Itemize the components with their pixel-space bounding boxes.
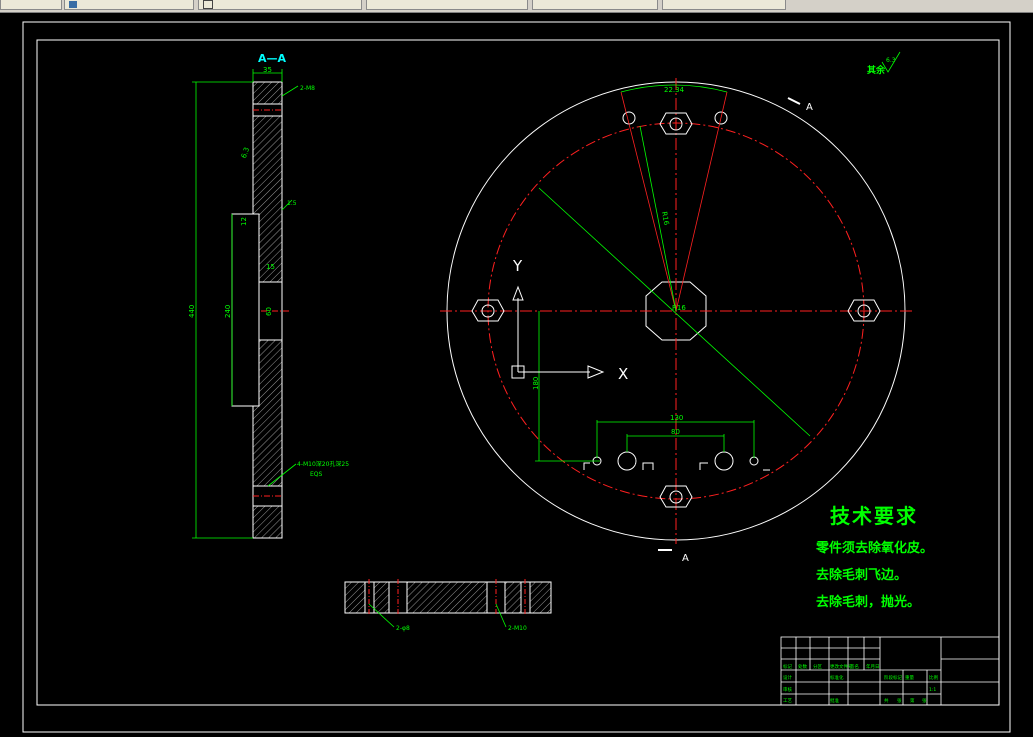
tb-cell: 比例 [929, 674, 938, 681]
section-view: A—A 440 240 12 60 15 35 2-M8 1.5 4-M10深2… [188, 52, 349, 539]
dim-recess-height: 240 [224, 305, 232, 318]
technical-requirements: 技术要求 零件须去除氧化皮。 去除毛刺飞边。 去除毛刺，抛光。 [816, 500, 1026, 610]
tb-cell: 张 [897, 697, 902, 704]
section-label: A—A [258, 52, 287, 65]
dim-offset: 180 [532, 377, 540, 390]
roughness-note-value: 6.3 [886, 57, 896, 64]
tb-cell: 设计 [783, 674, 792, 681]
dim-recess-depth: 12 [240, 217, 248, 226]
hole-bottom-right [714, 451, 734, 471]
title-block-text: 标记 处数 分区 更改文件号 签名 年月日 设计 标准化 阶段标记 重量 比例 … [783, 663, 938, 704]
tech-req-item: 去除毛刺飞边。 [816, 568, 908, 583]
title-block [780, 636, 1000, 706]
dim-chamfer: 1.5 [287, 200, 297, 207]
tb-cell: 阶段标记 [884, 674, 902, 681]
drawing-tab-4[interactable] [366, 0, 528, 10]
tb-cell: 张 [922, 697, 927, 704]
dim-radius: R16 [660, 211, 670, 226]
tb-cell: 审核 [783, 686, 792, 693]
dim-span-outer: 130 [670, 414, 683, 422]
drawing-tab-5[interactable] [532, 0, 658, 10]
tb-cell: 重量 [905, 674, 914, 681]
roughness-note: 其余 6.3 [867, 51, 901, 76]
roughness-side: 6.3 [240, 146, 251, 159]
dim-bore: 60 [265, 307, 273, 316]
diameter-dim-line [538, 187, 811, 437]
section-marker-bottom: A [682, 553, 689, 564]
tb-cell: 签名 [850, 663, 859, 670]
dim-width: 35 [263, 66, 272, 74]
dim-center: R16 [672, 304, 686, 312]
tb-cell: 处数 [798, 663, 807, 670]
callout-strip-right: 2-M10 [508, 625, 527, 632]
callout-thread-top: 2-M8 [300, 85, 315, 92]
strip-section [344, 581, 552, 614]
tb-cell: 标记 [783, 663, 792, 670]
roughness-note-label: 其余 [867, 64, 886, 76]
tb-cell: 共 [884, 697, 889, 704]
hole-bottom-left [617, 451, 637, 471]
callout-strip-left: 2-φ8 [396, 625, 410, 632]
dim-span-inner: 80 [671, 428, 680, 436]
tech-req-title: 技术要求 [830, 504, 918, 528]
window-tab-bar [0, 0, 1033, 13]
tb-cell: 标准化 [830, 674, 844, 681]
axis-y-label: Y [512, 257, 523, 275]
tb-cell: 1:1 [929, 687, 936, 693]
tb-cell: 批准 [830, 697, 839, 704]
tb-cell: 年月日 [866, 663, 880, 670]
tb-cell: 第 [910, 697, 915, 704]
dim-step: 15 [266, 263, 275, 271]
partial-section-view: 2-φ8 2-M10 [344, 579, 552, 632]
section-marker-top: A [806, 102, 813, 113]
document-icon [203, 0, 213, 9]
tech-req-item: 零件须去除氧化皮。 [816, 541, 934, 556]
callout-thread-side2: EQS [310, 471, 323, 478]
tech-req-item: 去除毛刺，抛光。 [816, 595, 921, 610]
cad-drawing-canvas[interactable]: A—A 440 240 12 60 15 35 2-M8 1.5 4-M10深2… [0, 13, 1033, 737]
hole-top-left [622, 111, 636, 125]
recess [231, 213, 260, 407]
drawing-tab-6[interactable] [662, 0, 786, 10]
tb-cell: 工艺 [783, 698, 792, 704]
drawing-tab-3[interactable] [198, 0, 362, 10]
drawing-tab-2[interactable] [64, 0, 194, 10]
dim-overall-height: 440 [188, 305, 196, 318]
dim-angle: 22.34 [664, 86, 685, 94]
document-icon [69, 1, 77, 8]
axis-x-label: X [618, 365, 628, 383]
drawing-tab-1[interactable] [0, 0, 62, 10]
tb-cell: 分区 [813, 663, 822, 670]
callout-thread-side: 4-M10深20孔深25 [297, 460, 349, 468]
ucs-icon: Y X [511, 257, 628, 383]
plan-view: 22.34 R16 R16 180 130 80 A A [440, 78, 912, 564]
